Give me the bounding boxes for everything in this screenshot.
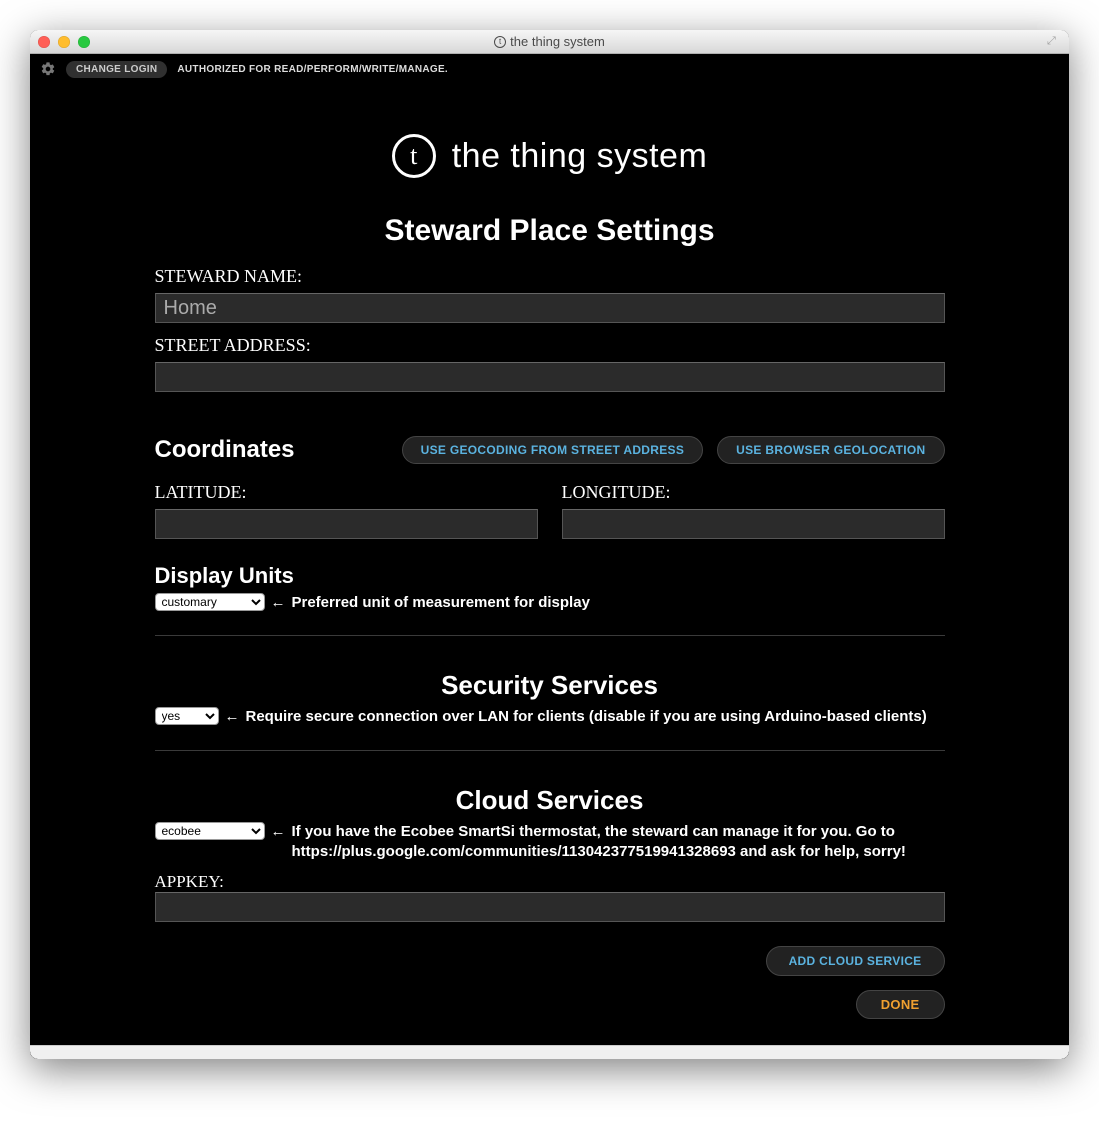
window-title-icon: t: [494, 36, 506, 48]
brand-header: t the thing system: [30, 134, 1069, 178]
geocode-button[interactable]: USE GEOCODING FROM STREET ADDRESS: [402, 436, 703, 464]
cloud-row: ecobee ← If you have the Ecobee SmartSi …: [155, 822, 945, 863]
display-units-select[interactable]: customary: [155, 593, 265, 611]
window-zoom-button[interactable]: [78, 36, 90, 48]
app-window: t the thing system ⤢ CHANGE LOGIN AUTHOR…: [30, 30, 1069, 1059]
done-button[interactable]: DONE: [856, 990, 945, 1019]
window-controls: [38, 36, 90, 48]
window-title-text: the thing system: [510, 34, 605, 49]
street-address-label: STREET ADDRESS:: [155, 335, 945, 356]
window-titlebar: t the thing system ⤢: [30, 30, 1069, 54]
display-units-help: Preferred unit of measurement for displa…: [292, 593, 945, 613]
add-cloud-service-button[interactable]: ADD CLOUD SERVICE: [766, 946, 945, 976]
security-row: yes ← Require secure connection over LAN…: [155, 707, 945, 727]
security-help: Require secure connection over LAN for c…: [246, 707, 945, 727]
arrow-left-icon: ←: [271, 822, 286, 842]
action-buttons: ADD CLOUD SERVICE DONE: [155, 946, 945, 1019]
brand-logo-icon: t: [392, 134, 436, 178]
coordinates-buttons: USE GEOCODING FROM STREET ADDRESS USE BR…: [402, 436, 945, 464]
street-address-input[interactable]: [155, 362, 945, 392]
steward-name-input[interactable]: [155, 293, 945, 323]
coordinates-title: Coordinates: [155, 436, 295, 464]
change-login-button[interactable]: CHANGE LOGIN: [66, 61, 167, 78]
arrow-left-icon: ←: [271, 593, 286, 613]
window-close-button[interactable]: [38, 36, 50, 48]
cloud-title: Cloud Services: [155, 785, 945, 816]
cloud-help: If you have the Ecobee SmartSi thermosta…: [292, 822, 945, 863]
security-select[interactable]: yes: [155, 707, 219, 725]
display-units-row: customary ← Preferred unit of measuremen…: [155, 593, 945, 613]
auth-status-text: AUTHORIZED FOR READ/PERFORM/WRITE/MANAGE…: [177, 64, 448, 75]
horizontal-scrollbar[interactable]: [30, 1045, 1069, 1059]
coordinates-row: LATITUDE: LONGITUDE:: [155, 476, 945, 539]
security-title: Security Services: [155, 670, 945, 701]
longitude-input[interactable]: [562, 509, 945, 539]
main-form: Steward Place Settings STEWARD NAME: STR…: [155, 214, 945, 1019]
appkey-input[interactable]: [155, 892, 945, 922]
appkey-label: APPKEY:: [155, 872, 945, 892]
brand-name: the thing system: [452, 137, 708, 176]
display-units-section: Display Units customary ← Preferred unit…: [155, 563, 945, 613]
arrow-left-icon: ←: [225, 707, 240, 727]
longitude-column: LONGITUDE:: [562, 476, 945, 539]
latitude-label: LATITUDE:: [155, 482, 538, 503]
steward-name-label: STEWARD NAME:: [155, 266, 945, 287]
window-minimize-button[interactable]: [58, 36, 70, 48]
longitude-label: LONGITUDE:: [562, 482, 945, 503]
geolocate-button[interactable]: USE BROWSER GEOLOCATION: [717, 436, 944, 464]
page-title: Steward Place Settings: [155, 214, 945, 248]
window-title: t the thing system: [30, 34, 1069, 49]
window-expand-icon[interactable]: ⤢: [1047, 35, 1061, 49]
content-area: CHANGE LOGIN AUTHORIZED FOR READ/PERFORM…: [30, 54, 1069, 1059]
latitude-column: LATITUDE:: [155, 476, 538, 539]
coordinates-header: Coordinates USE GEOCODING FROM STREET AD…: [155, 436, 945, 464]
top-toolbar: CHANGE LOGIN AUTHORIZED FOR READ/PERFORM…: [30, 54, 1069, 84]
gear-icon[interactable]: [40, 61, 56, 77]
latitude-input[interactable]: [155, 509, 538, 539]
separator: [155, 750, 945, 751]
separator: [155, 635, 945, 636]
display-units-title: Display Units: [155, 563, 945, 589]
cloud-service-select[interactable]: ecobee: [155, 822, 265, 840]
